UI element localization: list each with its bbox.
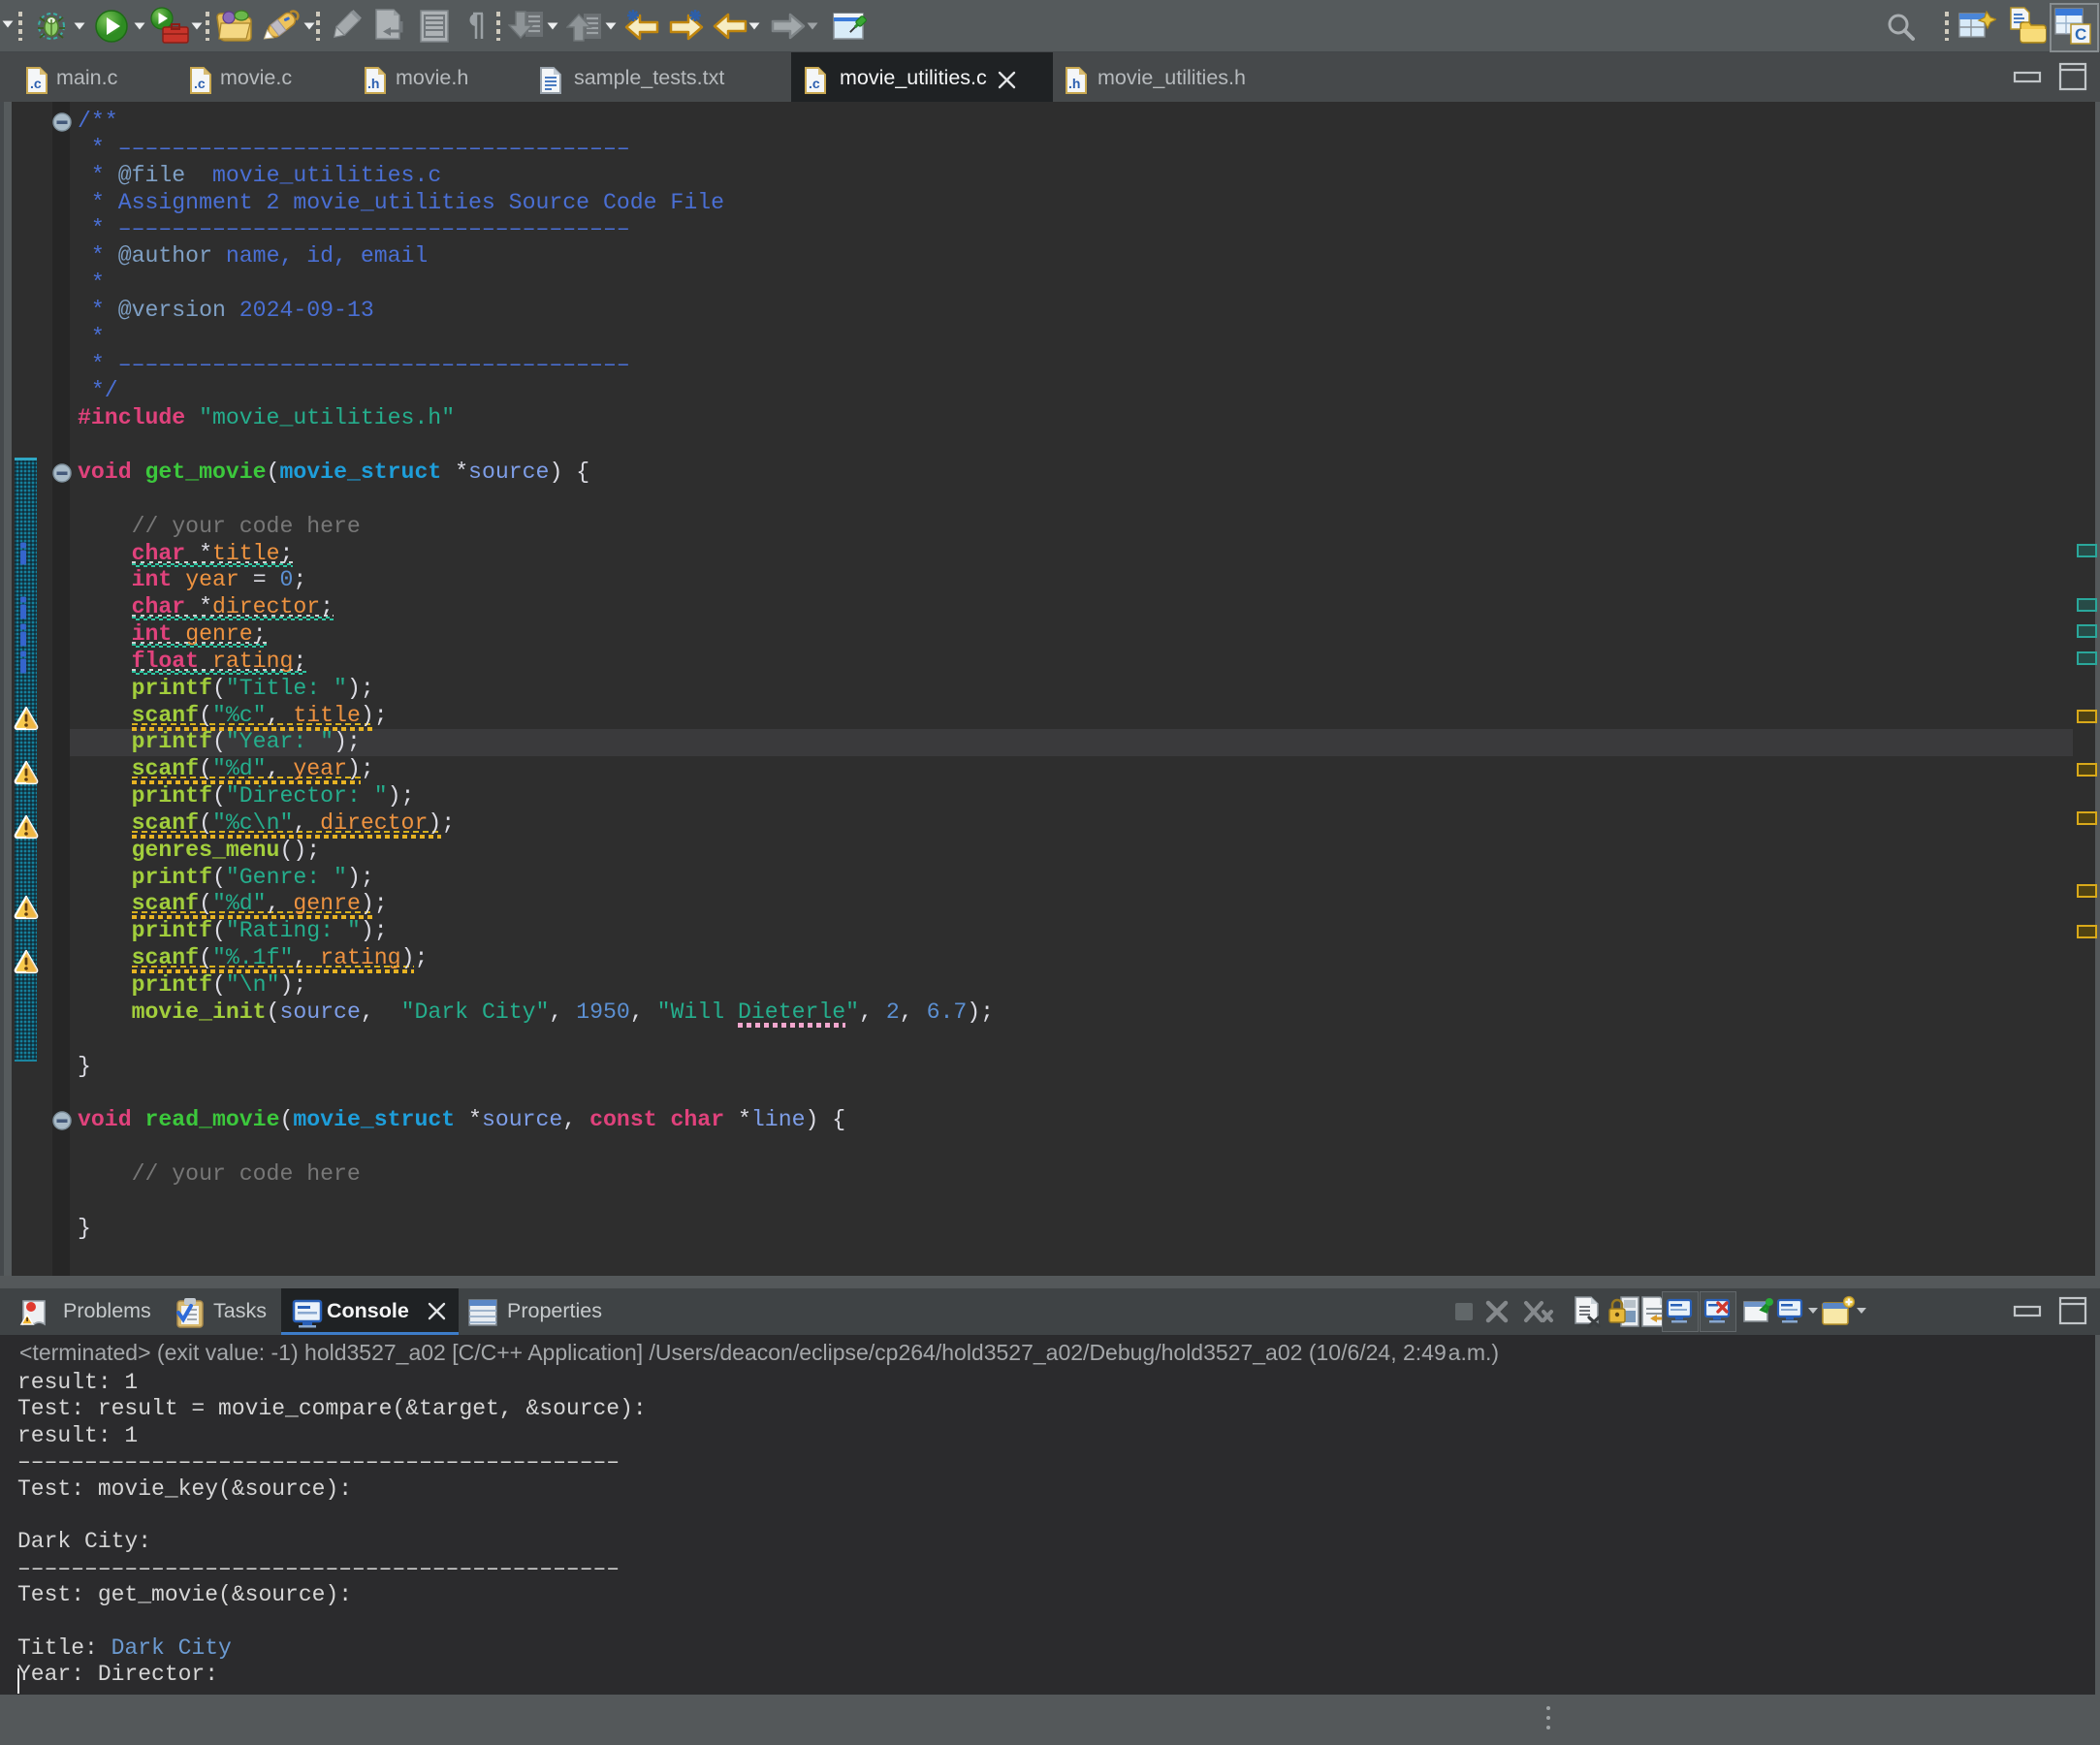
svg-text:.c: .c: [809, 76, 820, 91]
svg-text:.c: .c: [30, 76, 42, 91]
svg-text:C: C: [2075, 25, 2086, 44]
svg-text:.c: .c: [194, 76, 206, 91]
svg-text:.h: .h: [1068, 76, 1080, 91]
svg-text:.h: .h: [367, 76, 379, 91]
